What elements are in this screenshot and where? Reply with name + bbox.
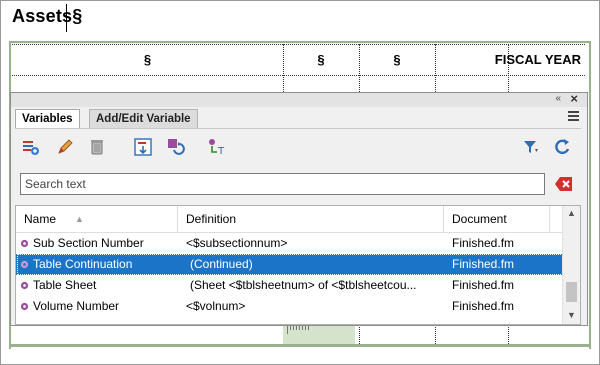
cell-name: Table Continuation — [33, 257, 133, 271]
cell-name: Sub Section Number — [33, 236, 144, 250]
variables-table: Name ▲ Definition Document Sub Section N… — [15, 205, 581, 325]
cell-name: Volume Number — [33, 299, 120, 313]
variable-icon — [20, 239, 29, 248]
cell-definition: <$subsectionnum> — [186, 236, 288, 250]
column-header-definition[interactable]: Definition — [178, 206, 444, 232]
tab-add-edit-variable[interactable]: Add/Edit Variable — [89, 109, 198, 128]
delete-icon[interactable] — [87, 137, 107, 157]
cell-document: Finished.fm — [452, 299, 515, 313]
variable-icon — [20, 260, 29, 269]
update-variables-icon[interactable]: T — [207, 137, 227, 157]
variable-icon — [20, 281, 29, 290]
edit-icon[interactable] — [55, 137, 75, 157]
table-header-row: § § § FISCAL YEAR — [12, 45, 585, 75]
svg-text:T: T — [217, 146, 225, 157]
table-row[interactable]: Table Sheet (Sheet <$tblsheetnum> of <$t… — [16, 275, 564, 296]
column-header-label: Definition — [186, 212, 237, 226]
document-title[interactable]: Assets§ — [12, 6, 82, 27]
header-cell[interactable]: § — [12, 45, 283, 75]
new-variable-icon[interactable] — [21, 137, 41, 157]
close-panel-icon[interactable]: × — [570, 91, 578, 106]
column-header-label: Name — [24, 212, 57, 226]
scroll-down-icon[interactable]: ▼ — [567, 310, 576, 320]
cell-definition: (Continued) — [190, 257, 253, 271]
header-cell[interactable]: § — [359, 45, 435, 75]
header-cell-fiscal-year[interactable]: FISCAL YEAR — [435, 45, 585, 75]
cell-document: Finished.fm — [452, 236, 515, 250]
panel-menu-icon[interactable] — [568, 111, 579, 123]
tab-variables[interactable]: Variables — [15, 109, 80, 128]
table-row[interactable]: Sub Section Number <$subsectionnum> Fini… — [16, 233, 564, 254]
cell-document: Finished.fm — [452, 257, 515, 271]
header-cell[interactable]: § — [283, 45, 359, 75]
scrollbar-thumb[interactable] — [566, 282, 577, 302]
tab-divider — [15, 128, 581, 129]
clear-search-icon[interactable] — [554, 175, 574, 193]
text-caret — [66, 4, 67, 32]
vertical-scrollbar[interactable]: ▲ ▼ — [562, 206, 580, 324]
cell-document: Finished.fm — [452, 278, 515, 292]
column-header-document[interactable]: Document — [444, 206, 550, 232]
cell-name: Table Sheet — [33, 278, 97, 292]
resize-grip-icon[interactable] — [287, 326, 313, 334]
insert-variable-icon[interactable] — [133, 137, 153, 157]
filter-icon[interactable] — [521, 137, 541, 157]
sort-ascending-icon: ▲ — [75, 214, 84, 224]
table-dotted-line — [12, 75, 585, 76]
table-row-selected[interactable]: Table Continuation (Continued) Finished.… — [16, 254, 565, 275]
table-row[interactable]: Volume Number <$volnum> Finished.fm — [16, 296, 564, 317]
variable-icon — [20, 302, 29, 311]
collapse-panel-icon[interactable]: « — [555, 93, 561, 104]
panel-title-bar[interactable] — [11, 93, 587, 107]
column-header-label: Document — [452, 212, 507, 226]
table-bottom-rule — [9, 344, 591, 347]
cell-definition: <$volnum> — [186, 299, 246, 313]
search-input[interactable] — [21, 174, 552, 194]
cell-definition: (Sheet <$tblsheetnum> of <$tblsheetcou..… — [190, 278, 417, 292]
column-header-name[interactable]: Name ▲ — [16, 206, 178, 232]
variables-panel: « × Variables Add/Edit Variable T Search… — [10, 91, 588, 334]
refresh-icon[interactable] — [552, 137, 572, 157]
convert-variable-icon[interactable] — [166, 137, 186, 157]
search-field[interactable] — [20, 173, 552, 195]
scroll-up-icon[interactable]: ▲ — [567, 208, 576, 218]
